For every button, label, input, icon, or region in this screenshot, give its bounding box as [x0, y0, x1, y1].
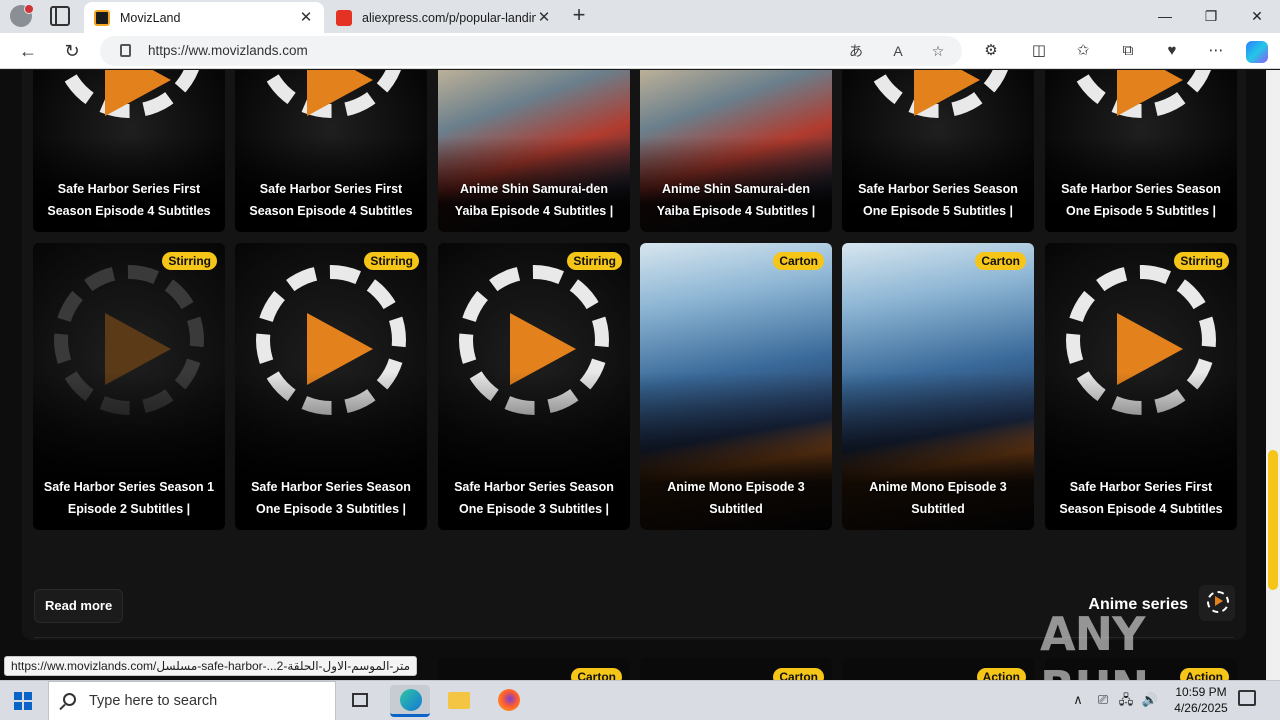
- folder-icon: [448, 692, 470, 709]
- reload-button[interactable]: ↻: [60, 39, 84, 63]
- card-title[interactable]: Safe Harbor Series Season One Episode 3 …: [446, 476, 622, 520]
- tab-aliexpress[interactable]: aliexpress.com/p/popular-landin ✕: [326, 2, 562, 33]
- search-icon: [63, 693, 76, 706]
- url-text[interactable]: https://ww.movizlands.com: [148, 43, 308, 58]
- play-icon: [914, 70, 980, 116]
- firefox-taskbar-button[interactable]: [488, 685, 528, 717]
- tab-movizland[interactable]: MovizLand ✕: [84, 2, 324, 33]
- card-title[interactable]: Safe Harbor Series Season One Episode 3 …: [243, 476, 419, 520]
- card-title[interactable]: Safe Harbor Series First Season Episode …: [41, 178, 217, 222]
- episode-card[interactable]: Carton Anime Mono Episode 3 Subtitled: [842, 243, 1034, 530]
- episode-card[interactable]: Safe Harbor Series Season One Episode 5 …: [1045, 70, 1237, 232]
- taskbar-clock[interactable]: 10:59 PM 4/26/2025: [1158, 684, 1244, 716]
- profile-avatar[interactable]: [10, 4, 34, 27]
- minimize-button[interactable]: —: [1142, 4, 1188, 28]
- play-icon: [307, 70, 373, 116]
- episode-card[interactable]: Carton Anime Mono Episode 3 Subtitled: [640, 243, 832, 530]
- anyrun-watermark: ANY RUN: [1040, 607, 1149, 715]
- card-title[interactable]: Anime Shin Samurai-den Yaiba Episode 4 S…: [648, 178, 824, 222]
- genre-badge: Stirring: [567, 252, 622, 270]
- read-more-button[interactable]: Read more: [34, 589, 124, 623]
- clock-time: 10:59 PM: [1175, 685, 1227, 699]
- network-icon[interactable]: 🖧: [1117, 691, 1135, 709]
- episode-card[interactable]: Carton: [438, 658, 630, 680]
- collections-icon[interactable]: ⧉: [1118, 41, 1138, 61]
- genre-badge: Carton: [975, 252, 1026, 270]
- genre-badge: Action: [976, 668, 1026, 680]
- card-title[interactable]: Anime Mono Episode 3 Subtitled: [850, 476, 1026, 520]
- translate-icon[interactable]: あ: [846, 42, 866, 60]
- url-bar[interactable]: https://ww.movizlands.com あ A ☆: [100, 36, 962, 66]
- aliexpress-favicon-icon: [336, 9, 352, 26]
- back-button[interactable]: ←: [16, 39, 40, 63]
- windows-taskbar: Type here to search ∧ ⎚ 🖧 🔊 10:59 PM 4/2…: [0, 680, 1280, 720]
- episode-card[interactable]: Carton: [640, 658, 832, 680]
- split-screen-icon[interactable]: ◫: [1029, 41, 1049, 61]
- firefox-icon: [498, 689, 520, 711]
- page-scrollbar[interactable]: [1266, 70, 1280, 680]
- episode-card[interactable]: Stirring Safe Harbor Series Season 1 Epi…: [33, 243, 225, 530]
- genre-badge: Stirring: [162, 252, 217, 270]
- link-status-url: https://ww.movizlands.com/مسلسل-safe-har…: [4, 656, 418, 676]
- scrollbar-thumb[interactable]: [1268, 450, 1278, 590]
- episode-card[interactable]: Action: [842, 658, 1034, 680]
- genre-badge: Carton: [773, 668, 824, 680]
- clock-date: 4/26/2025: [1174, 701, 1228, 715]
- favorite-star-icon[interactable]: ☆: [928, 42, 948, 60]
- card-title[interactable]: Safe Harbor Series First Season Episode …: [1053, 476, 1229, 520]
- edge-taskbar-button[interactable]: [390, 685, 430, 717]
- favorites-icon[interactable]: ✩: [1073, 41, 1093, 61]
- card-title[interactable]: Safe Harbor Series Season 1 Episode 2 Su…: [41, 476, 217, 520]
- page-viewport: Safe Harbor Series First Season Episode …: [0, 70, 1280, 680]
- episode-card[interactable]: Safe Harbor Series Season One Episode 5 …: [842, 70, 1034, 232]
- genre-badge: Stirring: [1174, 252, 1229, 270]
- restore-button[interactable]: ❐: [1188, 4, 1234, 28]
- episode-card[interactable]: Safe Harbor Series First Season Episode …: [235, 70, 427, 232]
- new-tab-button[interactable]: +: [568, 4, 590, 27]
- episode-card[interactable]: Stirring Safe Harbor Series First Season…: [1045, 243, 1237, 530]
- notifications-icon[interactable]: [1238, 690, 1256, 706]
- task-view-button[interactable]: [340, 685, 380, 717]
- tray-chevron-icon[interactable]: ∧: [1069, 691, 1087, 709]
- tab-title: MovizLand: [120, 10, 181, 25]
- lock-icon[interactable]: [120, 44, 131, 57]
- tab-actions-icon[interactable]: [50, 6, 70, 26]
- movizland-favicon-icon: [94, 9, 110, 26]
- read-aloud-icon[interactable]: A: [888, 42, 908, 60]
- window-close-button[interactable]: ✕: [1234, 4, 1280, 28]
- card-title[interactable]: Anime Mono Episode 3 Subtitled: [648, 476, 824, 520]
- episode-card[interactable]: Safe Harbor Series First Season Episode …: [33, 70, 225, 232]
- tab-strip: MovizLand ✕ aliexpress.com/p/popular-lan…: [0, 0, 1280, 33]
- card-title[interactable]: Anime Shin Samurai-den Yaiba Episode 4 S…: [446, 178, 622, 222]
- card-title[interactable]: Safe Harbor Series Season One Episode 5 …: [1053, 178, 1229, 222]
- episode-card[interactable]: Stirring Safe Harbor Series Season One E…: [235, 243, 427, 530]
- edge-icon: [400, 689, 422, 711]
- episode-card[interactable]: Anime Shin Samurai-den Yaiba Episode 4 S…: [640, 70, 832, 232]
- address-toolbar: ← ↻ https://ww.movizlands.com あ A ☆ ⚙ ◫ …: [0, 33, 1280, 69]
- genre-badge: Stirring: [364, 252, 419, 270]
- episode-card[interactable]: Anime Shin Samurai-den Yaiba Episode 4 S…: [438, 70, 630, 232]
- tab-title: aliexpress.com/p/popular-landin: [362, 10, 536, 25]
- taskbar-search-box[interactable]: Type here to search: [48, 681, 336, 720]
- tray-device-icon[interactable]: ⎚: [1094, 691, 1112, 709]
- copilot-icon[interactable]: [1246, 41, 1268, 63]
- genre-badge: Carton: [571, 668, 622, 680]
- card-title[interactable]: Safe Harbor Series First Season Episode …: [243, 178, 419, 222]
- tab-close-icon[interactable]: ✕: [536, 9, 552, 26]
- task-view-icon: [352, 693, 368, 707]
- play-icon: [1117, 70, 1183, 116]
- play-icon: [105, 70, 171, 116]
- tab-close-icon[interactable]: ✕: [298, 9, 314, 26]
- file-explorer-button[interactable]: [438, 685, 478, 717]
- browser-essentials-icon[interactable]: ♥: [1162, 41, 1182, 61]
- more-menu-icon[interactable]: ⋯: [1206, 41, 1226, 61]
- genre-badge: Carton: [773, 252, 824, 270]
- episode-card[interactable]: Stirring Safe Harbor Series Season One E…: [438, 243, 630, 530]
- windows-start-icon[interactable]: [14, 692, 32, 710]
- volume-icon[interactable]: 🔊: [1141, 691, 1159, 709]
- extensions-icon[interactable]: ⚙: [981, 41, 1001, 61]
- card-title[interactable]: Safe Harbor Series Season One Episode 5 …: [850, 178, 1026, 222]
- search-placeholder: Type here to search: [89, 693, 218, 709]
